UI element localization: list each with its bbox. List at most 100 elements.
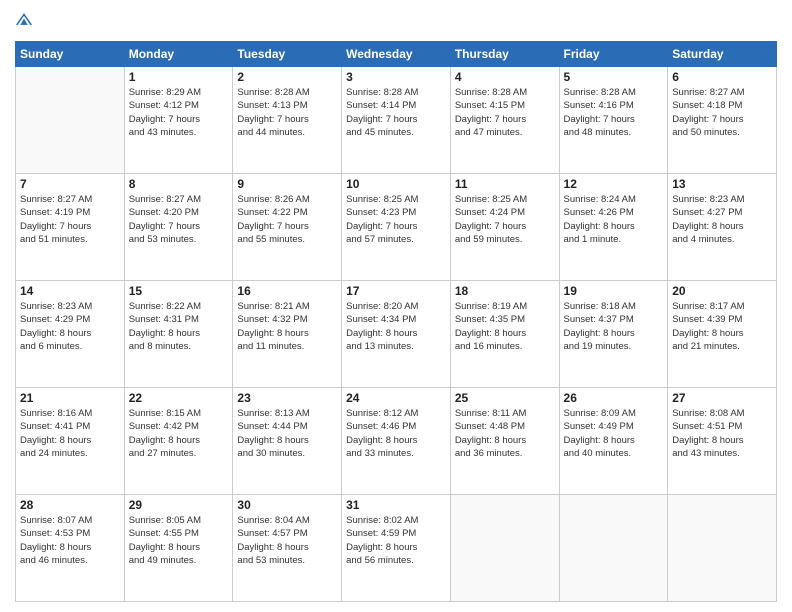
day-info: Sunrise: 8:23 AM Sunset: 4:27 PM Dayligh…: [672, 193, 772, 246]
day-info: Sunrise: 8:16 AM Sunset: 4:41 PM Dayligh…: [20, 407, 120, 460]
calendar-header-sunday: Sunday: [16, 42, 125, 67]
day-number: 22: [129, 391, 229, 405]
day-info: Sunrise: 8:15 AM Sunset: 4:42 PM Dayligh…: [129, 407, 229, 460]
day-number: 14: [20, 284, 120, 298]
day-info: Sunrise: 8:18 AM Sunset: 4:37 PM Dayligh…: [564, 300, 664, 353]
day-info: Sunrise: 8:22 AM Sunset: 4:31 PM Dayligh…: [129, 300, 229, 353]
day-number: 28: [20, 498, 120, 512]
day-number: 19: [564, 284, 664, 298]
calendar-header-saturday: Saturday: [668, 42, 777, 67]
calendar-cell: 22 Sunrise: 8:15 AM Sunset: 4:42 PM Dayli…: [124, 388, 233, 495]
calendar-cell: 21 Sunrise: 8:16 AM Sunset: 4:41 PM Dayli…: [16, 388, 125, 495]
logo-icon: [15, 10, 33, 28]
calendar-cell: 13 Sunrise: 8:23 AM Sunset: 4:27 PM Dayli…: [668, 174, 777, 281]
day-number: 3: [346, 70, 446, 84]
day-number: 21: [20, 391, 120, 405]
day-info: Sunrise: 8:13 AM Sunset: 4:44 PM Dayligh…: [237, 407, 337, 460]
day-number: 8: [129, 177, 229, 191]
calendar-cell: 8 Sunrise: 8:27 AM Sunset: 4:20 PM Daylig…: [124, 174, 233, 281]
calendar-header-wednesday: Wednesday: [342, 42, 451, 67]
day-number: 10: [346, 177, 446, 191]
calendar-header-tuesday: Tuesday: [233, 42, 342, 67]
calendar-cell: 6Sunrise: 8:27 AM Sunset: 4:18 PM Daylig…: [668, 67, 777, 174]
day-number: 9: [237, 177, 337, 191]
calendar-week-row-1: 7Sunrise: 8:27 AM Sunset: 4:19 PM Daylig…: [16, 174, 777, 281]
calendar-cell: 30 Sunrise: 8:04 AM Sunset: 4:57 PM Dayli…: [233, 495, 342, 602]
day-number: 23: [237, 391, 337, 405]
calendar-cell: [668, 495, 777, 602]
day-info: Sunrise: 8:23 AM Sunset: 4:29 PM Dayligh…: [20, 300, 120, 353]
day-number: 20: [672, 284, 772, 298]
calendar-cell: 27 Sunrise: 8:08 AM Sunset: 4:51 PM Dayli…: [668, 388, 777, 495]
day-info: Sunrise: 8:29 AM Sunset: 4:12 PM Dayligh…: [129, 86, 229, 139]
calendar-cell: 2Sunrise: 8:28 AM Sunset: 4:13 PM Daylig…: [233, 67, 342, 174]
day-info: Sunrise: 8:28 AM Sunset: 4:13 PM Dayligh…: [237, 86, 337, 139]
calendar-cell: 4Sunrise: 8:28 AM Sunset: 4:15 PM Daylig…: [450, 67, 559, 174]
day-info: Sunrise: 8:26 AM Sunset: 4:22 PM Dayligh…: [237, 193, 337, 246]
day-info: Sunrise: 8:12 AM Sunset: 4:46 PM Dayligh…: [346, 407, 446, 460]
calendar-cell: 28 Sunrise: 8:07 AM Sunset: 4:53 PM Dayli…: [16, 495, 125, 602]
day-number: 5: [564, 70, 664, 84]
day-info: Sunrise: 8:09 AM Sunset: 4:49 PM Dayligh…: [564, 407, 664, 460]
day-info: Sunrise: 8:24 AM Sunset: 4:26 PM Dayligh…: [564, 193, 664, 246]
calendar-cell: 15 Sunrise: 8:22 AM Sunset: 4:31 PM Dayli…: [124, 281, 233, 388]
calendar-cell: 3 Sunrise: 8:28 AM Sunset: 4:14 PM Daylig…: [342, 67, 451, 174]
day-number: 30: [237, 498, 337, 512]
calendar-cell: 31 Sunrise: 8:02 AM Sunset: 4:59 PM Dayli…: [342, 495, 451, 602]
logo: [15, 10, 35, 33]
calendar-cell: 24 Sunrise: 8:12 AM Sunset: 4:46 PM Dayli…: [342, 388, 451, 495]
calendar-cell: 5 Sunrise: 8:28 AM Sunset: 4:16 PM Daylig…: [559, 67, 668, 174]
day-number: 1: [129, 70, 229, 84]
day-number: 25: [455, 391, 555, 405]
calendar-table: SundayMondayTuesdayWednesdayThursdayFrid…: [15, 41, 777, 602]
day-info: Sunrise: 8:28 AM Sunset: 4:16 PM Dayligh…: [564, 86, 664, 139]
day-info: Sunrise: 8:05 AM Sunset: 4:55 PM Dayligh…: [129, 514, 229, 567]
day-info: Sunrise: 8:02 AM Sunset: 4:59 PM Dayligh…: [346, 514, 446, 567]
calendar-header-friday: Friday: [559, 42, 668, 67]
day-number: 27: [672, 391, 772, 405]
day-info: Sunrise: 8:25 AM Sunset: 4:24 PM Dayligh…: [455, 193, 555, 246]
calendar-cell: 14 Sunrise: 8:23 AM Sunset: 4:29 PM Dayli…: [16, 281, 125, 388]
calendar-week-row-3: 21 Sunrise: 8:16 AM Sunset: 4:41 PM Dayli…: [16, 388, 777, 495]
calendar-week-row-4: 28 Sunrise: 8:07 AM Sunset: 4:53 PM Dayli…: [16, 495, 777, 602]
calendar-cell: 11Sunrise: 8:25 AM Sunset: 4:24 PM Dayli…: [450, 174, 559, 281]
day-number: 31: [346, 498, 446, 512]
calendar-cell: 25 Sunrise: 8:11 AM Sunset: 4:48 PM Dayli…: [450, 388, 559, 495]
day-info: Sunrise: 8:20 AM Sunset: 4:34 PM Dayligh…: [346, 300, 446, 353]
day-info: Sunrise: 8:27 AM Sunset: 4:19 PM Dayligh…: [20, 193, 120, 246]
calendar-cell: 26 Sunrise: 8:09 AM Sunset: 4:49 PM Dayli…: [559, 388, 668, 495]
day-number: 13: [672, 177, 772, 191]
calendar-header-monday: Monday: [124, 42, 233, 67]
day-number: 15: [129, 284, 229, 298]
day-info: Sunrise: 8:25 AM Sunset: 4:23 PM Dayligh…: [346, 193, 446, 246]
calendar-cell: 18Sunrise: 8:19 AM Sunset: 4:35 PM Dayli…: [450, 281, 559, 388]
calendar-week-row-2: 14 Sunrise: 8:23 AM Sunset: 4:29 PM Dayli…: [16, 281, 777, 388]
page: SundayMondayTuesdayWednesdayThursdayFrid…: [0, 0, 792, 612]
calendar-cell: 9 Sunrise: 8:26 AM Sunset: 4:22 PM Daylig…: [233, 174, 342, 281]
calendar-cell: 19 Sunrise: 8:18 AM Sunset: 4:37 PM Dayli…: [559, 281, 668, 388]
day-number: 29: [129, 498, 229, 512]
day-info: Sunrise: 8:28 AM Sunset: 4:14 PM Dayligh…: [346, 86, 446, 139]
calendar-cell: [559, 495, 668, 602]
calendar-week-row-0: 1 Sunrise: 8:29 AM Sunset: 4:12 PM Daylig…: [16, 67, 777, 174]
day-info: Sunrise: 8:27 AM Sunset: 4:20 PM Dayligh…: [129, 193, 229, 246]
header: [15, 10, 777, 33]
day-number: 17: [346, 284, 446, 298]
calendar-cell: 17 Sunrise: 8:20 AM Sunset: 4:34 PM Dayli…: [342, 281, 451, 388]
day-info: Sunrise: 8:08 AM Sunset: 4:51 PM Dayligh…: [672, 407, 772, 460]
day-info: Sunrise: 8:21 AM Sunset: 4:32 PM Dayligh…: [237, 300, 337, 353]
day-number: 16: [237, 284, 337, 298]
day-number: 24: [346, 391, 446, 405]
day-number: 4: [455, 70, 555, 84]
calendar-cell: 29 Sunrise: 8:05 AM Sunset: 4:55 PM Dayli…: [124, 495, 233, 602]
day-info: Sunrise: 8:11 AM Sunset: 4:48 PM Dayligh…: [455, 407, 555, 460]
calendar-cell: 23 Sunrise: 8:13 AM Sunset: 4:44 PM Dayli…: [233, 388, 342, 495]
calendar-header-row: SundayMondayTuesdayWednesdayThursdayFrid…: [16, 42, 777, 67]
calendar-cell: [450, 495, 559, 602]
day-info: Sunrise: 8:17 AM Sunset: 4:39 PM Dayligh…: [672, 300, 772, 353]
day-info: Sunrise: 8:07 AM Sunset: 4:53 PM Dayligh…: [20, 514, 120, 567]
calendar-cell: 7Sunrise: 8:27 AM Sunset: 4:19 PM Daylig…: [16, 174, 125, 281]
day-number: 18: [455, 284, 555, 298]
day-info: Sunrise: 8:04 AM Sunset: 4:57 PM Dayligh…: [237, 514, 337, 567]
day-number: 26: [564, 391, 664, 405]
